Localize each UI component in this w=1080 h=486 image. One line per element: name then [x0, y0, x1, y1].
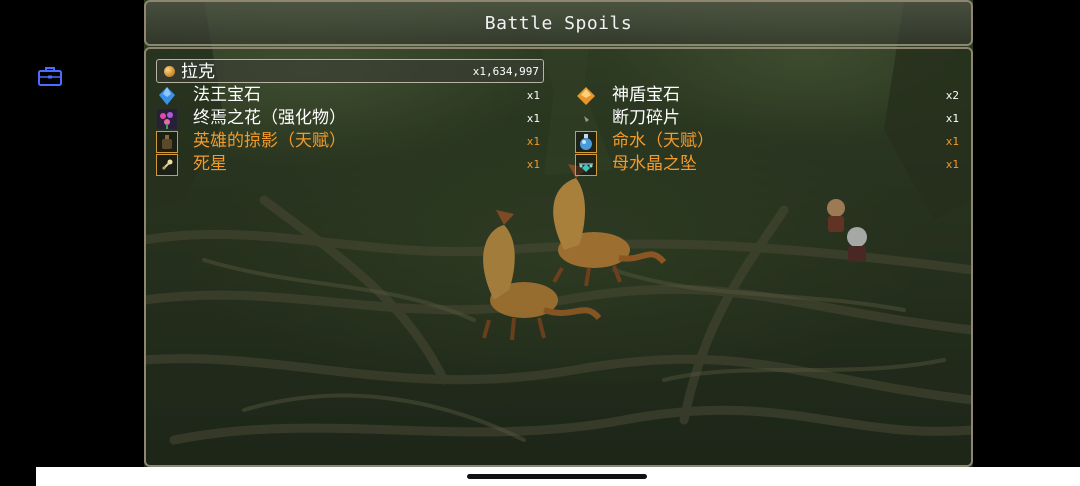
spoil-item[interactable]: 断刀碎片 x1 — [575, 107, 963, 130]
item-name: 英雄的掠影（天赋） — [193, 131, 346, 151]
item-name: 死星 — [193, 154, 227, 174]
spoil-item[interactable]: 终焉之花（强化物） x1 — [156, 107, 544, 130]
item-name: 断刀碎片 — [612, 108, 680, 128]
item-quantity: x1 — [526, 158, 540, 171]
spoils-window: 拉克 x1,634,997 法王宝石 x1 终焉之花（强化物） x1 英雄的掠影… — [144, 47, 973, 467]
spoil-item-talent[interactable]: 命水（天赋） x1 — [575, 130, 963, 153]
title-bar: Battle Spoils — [144, 0, 973, 46]
briefcase-icon[interactable] — [38, 66, 62, 86]
crystal-pendant-icon — [575, 154, 597, 176]
spoil-item-talent[interactable]: 母水晶之坠 x1 — [575, 153, 963, 176]
item-quantity: x1 — [526, 135, 540, 148]
coin-icon — [164, 66, 175, 77]
item-name: 终焉之花（强化物） — [193, 108, 346, 128]
orange-gem-icon — [575, 85, 597, 107]
spoil-item-talent[interactable]: 死星 x1 — [156, 153, 544, 176]
home-indicator-bar[interactable] — [467, 474, 647, 479]
item-name: 命水（天赋） — [612, 131, 714, 151]
money-row: 拉克 x1,634,997 — [156, 59, 544, 83]
item-quantity: x1 — [526, 112, 540, 125]
star-icon — [156, 154, 178, 176]
spoil-item[interactable]: 神盾宝石 x2 — [575, 84, 963, 107]
flower-icon — [156, 108, 178, 130]
item-quantity: x1 — [945, 135, 959, 148]
window-title: Battle Spoils — [484, 12, 633, 34]
money-amount: x1,634,997 — [472, 65, 539, 78]
item-quantity: x1 — [945, 158, 959, 171]
blue-gem-icon — [156, 85, 178, 107]
item-quantity: x1 — [945, 112, 959, 125]
item-name: 神盾宝石 — [612, 85, 680, 105]
item-quantity: x2 — [945, 89, 959, 102]
item-quantity: x1 — [526, 89, 540, 102]
bottle-icon — [156, 131, 178, 153]
blade-shard-icon — [575, 108, 597, 130]
spoil-item-talent[interactable]: 英雄的掠影（天赋） x1 — [156, 130, 544, 153]
item-name: 母水晶之坠 — [612, 154, 697, 174]
item-name: 法王宝石 — [193, 85, 261, 105]
water-flask-icon — [575, 131, 597, 153]
spoil-item[interactable]: 法王宝石 x1 — [156, 84, 544, 107]
money-label: 拉克 — [181, 62, 215, 82]
game-screen: Battle Spoils 拉克 x1,634,997 法王宝石 x1 终焉之花… — [144, 0, 973, 467]
home-indicator-area — [36, 467, 1080, 486]
